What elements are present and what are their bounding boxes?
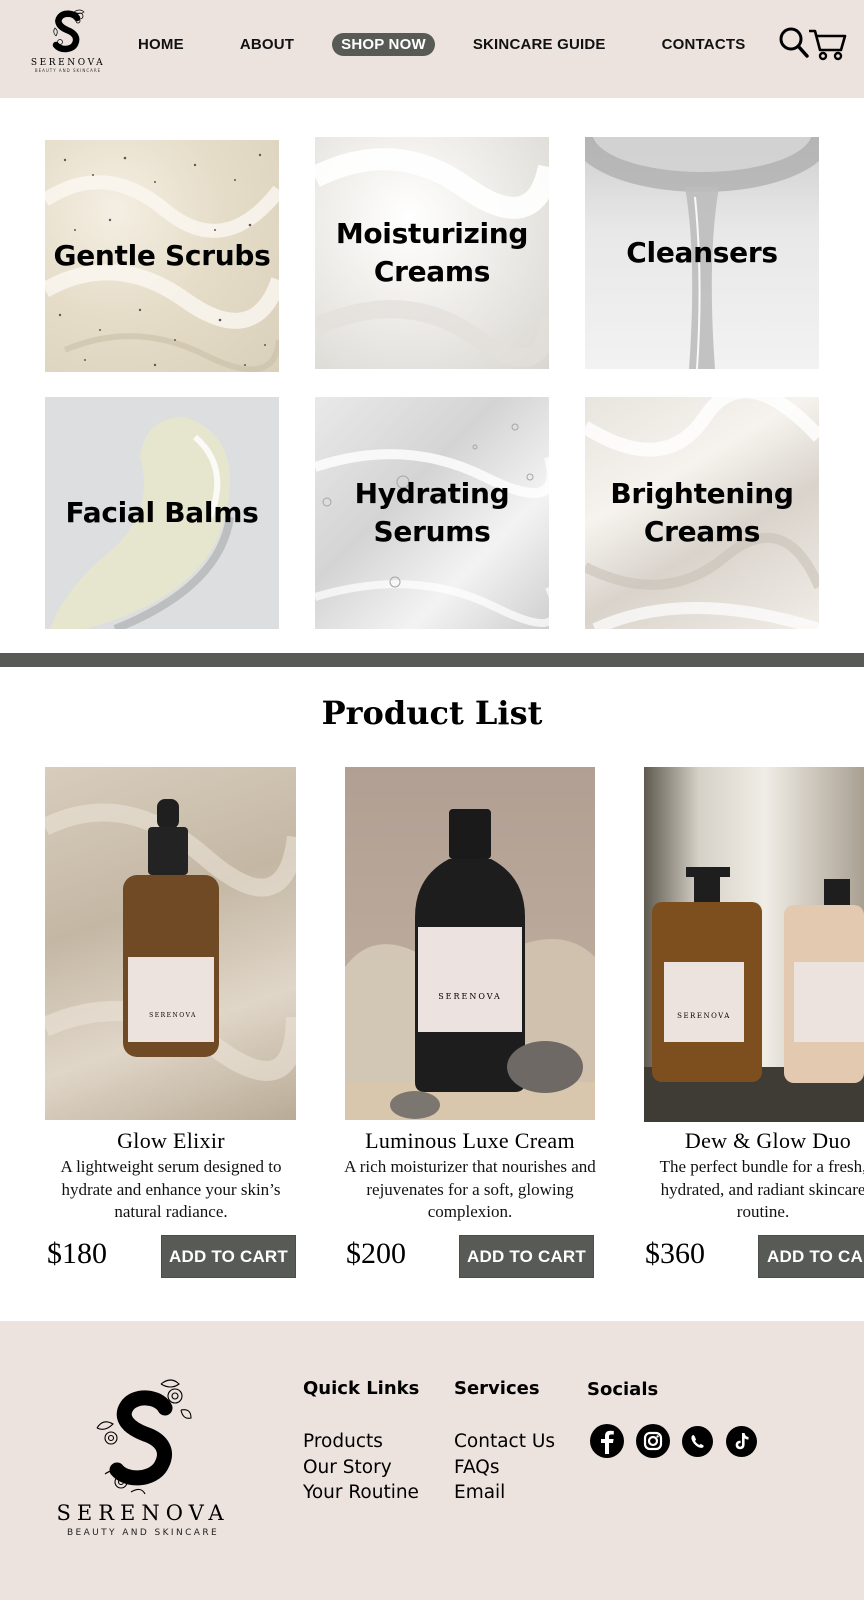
section-divider	[0, 653, 864, 667]
pump-bottles-image	[644, 867, 864, 1122]
nav-skincare-guide[interactable]: SKINCARE GUIDE	[465, 33, 614, 56]
facebook-link[interactable]	[590, 1424, 624, 1458]
category-facial-balms[interactable]: Facial Balms	[45, 397, 279, 629]
facebook-icon	[601, 1430, 614, 1454]
logo-monogram-icon	[96, 1379, 192, 1495]
socials-heading: Socials	[587, 1379, 659, 1400]
category-moisturizing-creams[interactable]: Moisturizing Creams	[315, 137, 549, 369]
services-list: Contact Us FAQs Email	[454, 1429, 555, 1506]
product-description: The perfect bundle for a fresh, hydrated…	[659, 1157, 864, 1221]
tiktok-icon	[735, 1433, 749, 1450]
nav-home[interactable]: HOME	[130, 33, 192, 56]
site-header: SERENOVA BEAUTY AND SKINCARE HOME ABOUT …	[0, 0, 864, 98]
nav-about[interactable]: ABOUT	[232, 33, 302, 56]
black-bottle-image	[345, 809, 595, 1120]
product-image-dew-glow-duo[interactable]: SERENOVA	[644, 767, 864, 1122]
product-name: Glow Elixir	[117, 1128, 225, 1153]
dropper-bottle-image	[45, 799, 296, 1081]
logo-brand-text: SERENOVA	[30, 58, 106, 68]
bottle-label-brand: SERENOVA	[677, 1012, 731, 1020]
category-label: Brightening Creams	[610, 477, 794, 548]
instagram-icon	[643, 1431, 663, 1451]
footer-logo-tagline: BEAUTY AND SKINCARE	[66, 1528, 220, 1538]
category-label: Facial Balms	[65, 496, 259, 529]
footer-link-faqs[interactable]: FAQs	[454, 1455, 555, 1481]
footer-link-your-routine[interactable]: Your Routine	[303, 1480, 419, 1506]
nav-contacts[interactable]: CONTACTS	[654, 33, 754, 56]
category-label: Hydrating Serums	[354, 477, 510, 548]
services-heading: Services	[454, 1378, 540, 1399]
logo-tagline: BEAUTY AND SKINCARE	[34, 68, 102, 73]
product-price: $180	[47, 1237, 107, 1270]
instagram-link[interactable]	[636, 1424, 670, 1458]
bottle-label-brand: SERENOVA	[438, 992, 502, 1001]
product-name: Dew & Glow Duo	[684, 1128, 852, 1153]
product-image-luminous-luxe-cream[interactable]: SERENOVA	[345, 767, 595, 1120]
cart-icon	[809, 29, 847, 61]
search-icon	[779, 27, 809, 58]
brand-logo[interactable]: SERENOVA BEAUTY AND SKINCARE	[27, 6, 109, 82]
logo-monogram-icon	[52, 9, 85, 53]
product-price: $200	[346, 1237, 406, 1270]
footer-link-email[interactable]: Email	[454, 1480, 555, 1506]
quick-links-list: Products Our Story Your Routine	[303, 1429, 419, 1506]
whatsapp-icon	[691, 1435, 704, 1448]
category-label: Gentle Scrubs	[53, 239, 271, 272]
search-button[interactable]	[778, 26, 810, 60]
cart-button[interactable]	[808, 26, 848, 62]
category-hydrating-serums[interactable]: Hydrating Serums	[315, 397, 549, 629]
add-to-cart-button[interactable]: ADD TO CART	[758, 1235, 864, 1278]
category-cleansers[interactable]: Cleansers	[585, 137, 819, 369]
footer-link-contact-us[interactable]: Contact Us	[454, 1429, 555, 1455]
product-list-title: Product List	[321, 694, 543, 732]
category-gentle-scrubs[interactable]: Gentle Scrubs	[45, 140, 279, 372]
footer-link-products[interactable]: Products	[303, 1429, 419, 1455]
product-price: $360	[645, 1237, 705, 1270]
nav-shop-now[interactable]: SHOP NOW	[332, 33, 435, 56]
category-label: Cleansers	[626, 236, 778, 269]
product-description: A rich moisturizer that nourishes and re…	[344, 1157, 596, 1221]
site-footer: SERENOVA BEAUTY AND SKINCARE Quick Links…	[0, 1321, 864, 1600]
add-to-cart-button[interactable]: ADD TO CART	[459, 1235, 594, 1278]
category-label: Moisturizing Creams	[335, 217, 529, 288]
quick-links-heading: Quick Links	[303, 1378, 420, 1399]
footer-logo-brand: SERENOVA	[56, 1501, 230, 1525]
whatsapp-link[interactable]	[682, 1426, 713, 1457]
footer-link-our-story[interactable]: Our Story	[303, 1455, 419, 1481]
category-brightening-creams[interactable]: Brightening Creams	[585, 397, 819, 629]
product-image-glow-elixir[interactable]: SERENOVA	[45, 767, 296, 1120]
bottle-label-brand: SERENOVA	[149, 1012, 197, 1019]
product-name: Luminous Luxe Cream	[365, 1128, 575, 1153]
tiktok-link[interactable]	[726, 1426, 757, 1457]
footer-brand-logo[interactable]: SERENOVA BEAUTY AND SKINCARE	[48, 1374, 238, 1538]
add-to-cart-button[interactable]: ADD TO CART	[161, 1235, 296, 1278]
product-description: A lightweight serum designed to hydrate …	[60, 1157, 282, 1221]
main-nav: HOME ABOUT SHOP NOW SKINCARE GUIDE CONTA…	[130, 33, 793, 56]
